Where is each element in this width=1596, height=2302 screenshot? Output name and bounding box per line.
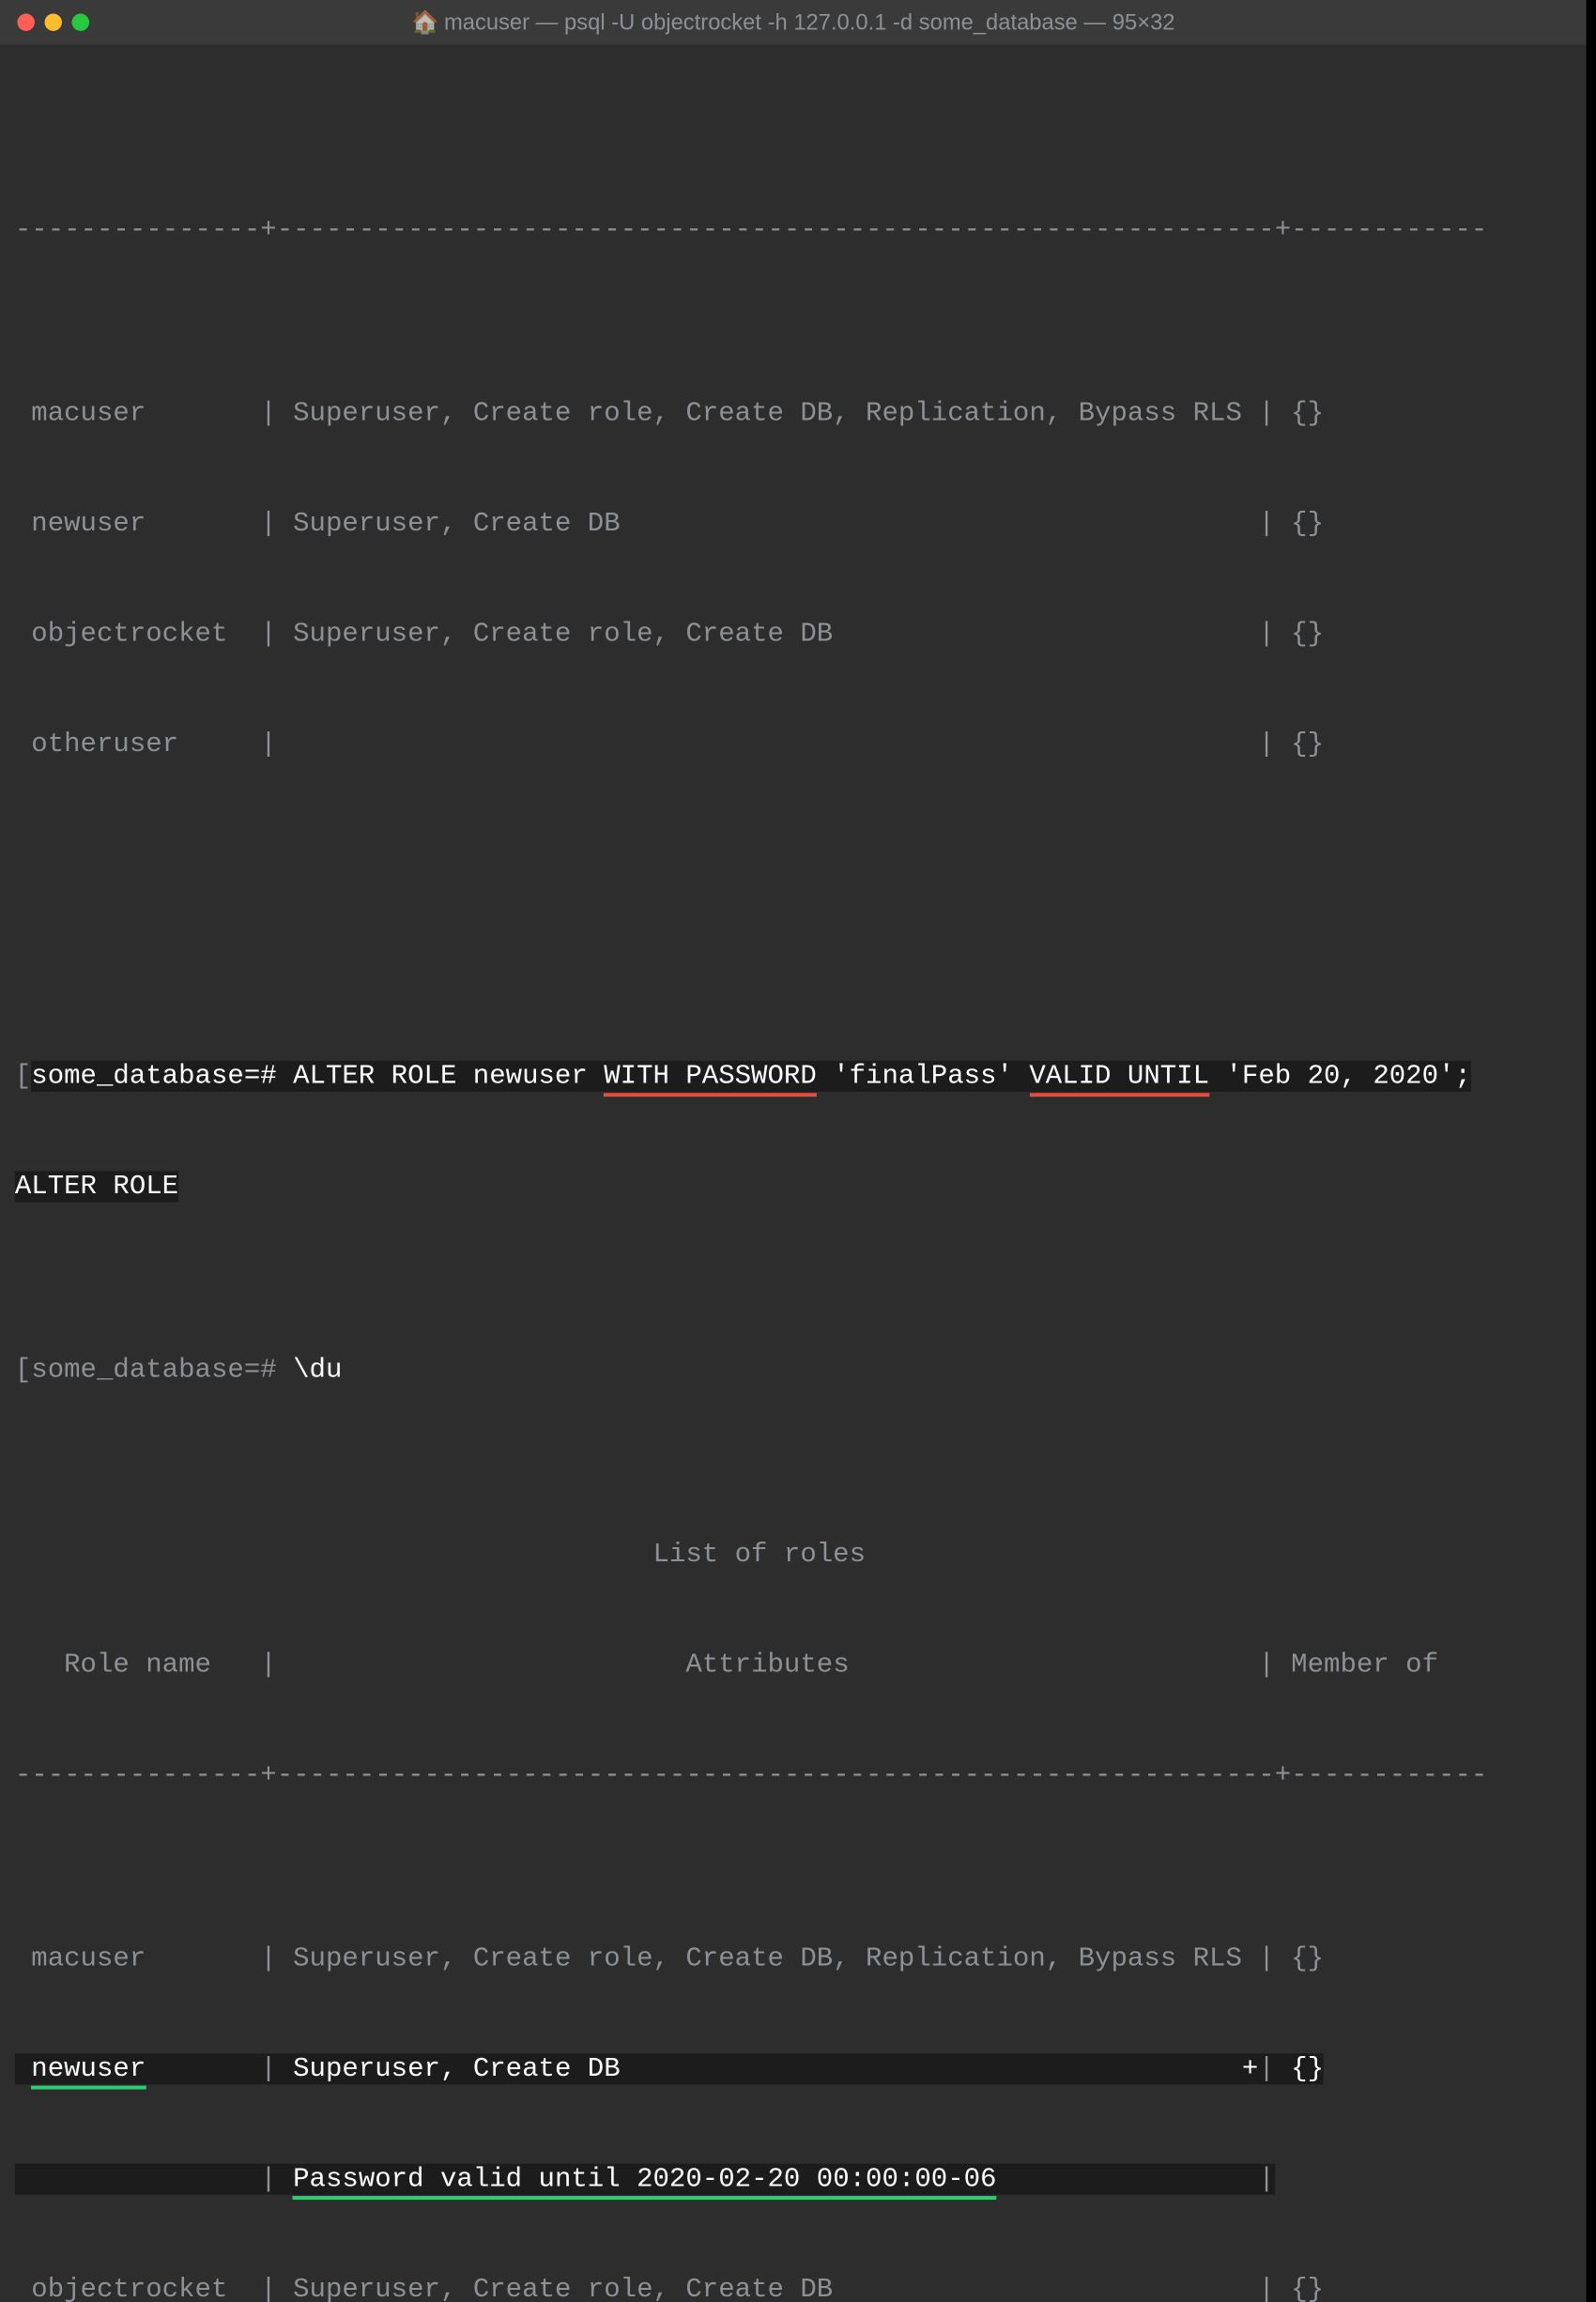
- table-row: otheruser | | {}: [15, 727, 1572, 763]
- table-row: macuser | Superuser, Create role, Create…: [15, 395, 1572, 432]
- command-line: [some_database=# ALTER ROLE newuser WITH…: [15, 1058, 1572, 1095]
- table-row: macuser | Superuser, Create role, Create…: [15, 1941, 1572, 1977]
- table-title: List of roles: [15, 1536, 1572, 1573]
- underline-valid-until: VALID UNTIL: [1029, 1060, 1209, 1096]
- titlebar: 🏠macuser — psql -U objectrocket -h 127.0…: [0, 0, 1587, 45]
- terminal-body[interactable]: ---------------+------------------------…: [0, 45, 1587, 2302]
- home-icon: 🏠: [411, 9, 439, 34]
- table-row-highlight: newuser | Superuser, Create DB +| {}: [15, 2051, 1572, 2088]
- close-icon[interactable]: [17, 14, 34, 31]
- blank-line: [15, 874, 1572, 911]
- command-line: [some_database=# \du: [15, 1352, 1572, 1389]
- command-output: ALTER ROLE: [15, 1168, 1572, 1205]
- separator: ---------------+------------------------…: [15, 211, 1572, 248]
- terminal-window: 🏠macuser — psql -U objectrocket -h 127.0…: [0, 0, 1587, 2302]
- window-title: 🏠macuser — psql -U objectrocket -h 127.0…: [0, 8, 1587, 38]
- table-row: objectrocket | Superuser, Create role, C…: [15, 2272, 1572, 2302]
- maximize-icon[interactable]: [72, 14, 89, 31]
- table-row: newuser | Superuser, Create DB | {}: [15, 506, 1572, 543]
- underline-with-password: WITH PASSWORD: [604, 1060, 817, 1096]
- separator: ---------------+------------------------…: [15, 1757, 1572, 1793]
- table-header: Role name | Attributes | Member of: [15, 1647, 1572, 1683]
- table-row-highlight: | Password valid until 2020-02-20 00:00:…: [15, 2161, 1572, 2198]
- underline-newuser: newuser: [31, 2053, 146, 2089]
- underline-password-valid: Password valid until 2020-02-20 00:00:00…: [293, 2164, 996, 2200]
- window-title-text: macuser — psql -U objectrocket -h 127.0.…: [444, 9, 1175, 34]
- minimize-icon[interactable]: [45, 14, 62, 31]
- table-row: objectrocket | Superuser, Create role, C…: [15, 616, 1572, 652]
